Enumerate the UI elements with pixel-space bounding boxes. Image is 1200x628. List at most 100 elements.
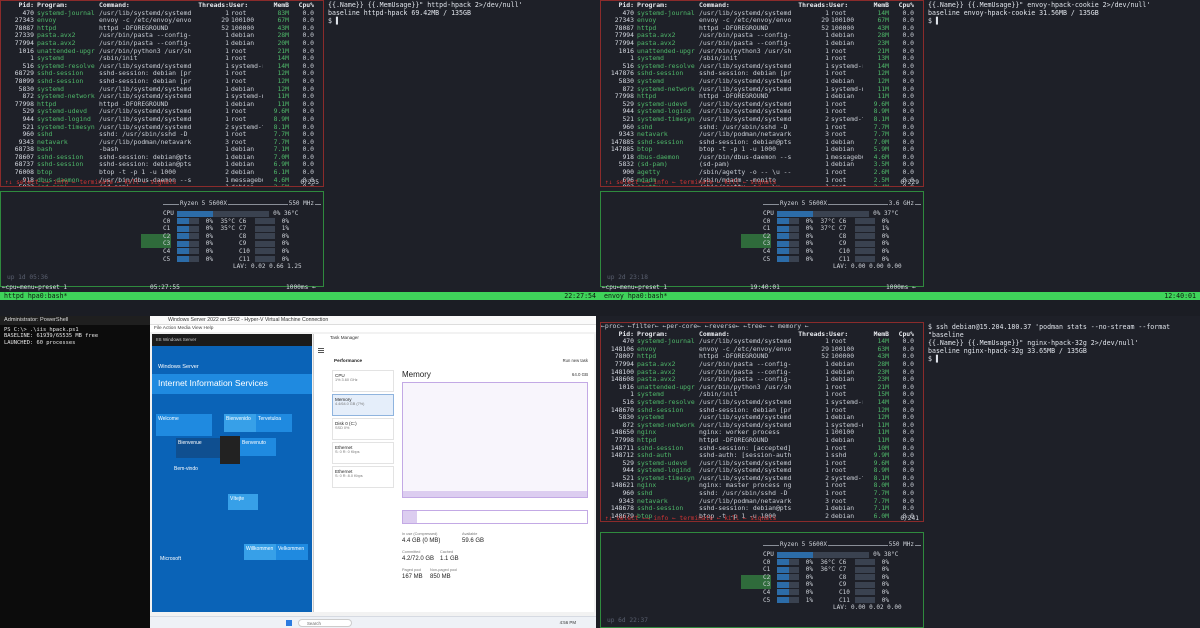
process-row[interactable]: 1 systemd/sbin/init 1 root 14M 0.0 — [1, 55, 323, 63]
process-row[interactable]: 529 systemd-udevd/usr/lib/systemd/systemd… — [601, 460, 923, 468]
shell-output[interactable]: {{.Name}} {{.MemUsage}}" httpd-hpack 2>/… — [326, 0, 594, 290]
col-pid[interactable]: Pid: — [1, 2, 37, 10]
shell-output[interactable]: {{.Name}} {{.MemUsage}}" envoy-hpack-coo… — [926, 0, 1194, 290]
process-row[interactable]: 521 systemd-timesyn/usr/lib/systemd/syste… — [1, 124, 323, 132]
shell-prompt[interactable]: $ ▌ — [928, 355, 1192, 363]
shell-output[interactable]: $ ssh debian@15.204.180.37 'podman stats… — [926, 322, 1194, 612]
process-row[interactable]: 960 sshd sshd: /usr/sbin/sshd -D 1 root 7.7M 0… — [601, 124, 923, 132]
taskbar-search[interactable]: Search — [298, 619, 352, 627]
bottom-menu[interactable]: ←cpu←menu←preset 1 — [602, 284, 667, 291]
process-row[interactable]: 1016 unattended-upgr/usr/bin/python3 /usr… — [1, 48, 323, 56]
process-row[interactable]: 78099 sshd-session sshd-session: debian [p… — [1, 78, 323, 86]
process-row[interactable]: 470 systemd-journal/usr/lib/systemd/syste… — [1, 10, 323, 18]
col-command[interactable]: Command: — [699, 331, 795, 339]
process-row[interactable]: 77994 pasta.avx2/usr/bin/pasta --config- 1… — [1, 40, 323, 48]
tm-resource-item[interactable]: Memory 4.4/64.0 GB (7%) — [332, 394, 394, 416]
process-row[interactable]: 68738 bash -bash 1 debian 7.1M 0.0 — [1, 146, 323, 154]
col-threads[interactable]: Threads: — [195, 2, 229, 10]
process-row[interactable]: 77998 httpd httpd -DFOREGROUND 1 debian 11M 0.… — [601, 437, 923, 445]
bottom-menu[interactable]: ←cpu←menu←preset 1 — [2, 284, 67, 291]
process-row[interactable]: 76008 btop btop -t -p 1 -u 1000 2 debian 6.1M… — [1, 169, 323, 177]
tmux-window[interactable]: httpd hpa0:bash* — [4, 292, 68, 300]
tab-row[interactable]: ←proc← ←filter← ←per-core← ←reverse← ←tr… — [601, 323, 921, 331]
tm-resource-item[interactable]: Disk 0 (C:) SSD 0% — [332, 418, 394, 440]
process-row[interactable]: 68729 sshd-session sshd-session: debian [p… — [1, 70, 323, 78]
col-mem[interactable]: MemB — [863, 331, 889, 339]
powershell-output[interactable]: PS C:\> .\iis_hpack.ps1 BASELINE: 61939/6… — [0, 325, 150, 348]
process-row[interactable]: 78087 httpd httpd -DFOREGROUND 52 100000 43M 0… — [601, 25, 923, 33]
col-command[interactable]: Command: — [99, 2, 195, 10]
btop-tabs[interactable]: ←proc← ←filter← ←per-core← ←reverse← ←tr… — [601, 323, 923, 331]
tm-nav[interactable] — [318, 344, 328, 484]
process-row[interactable]: 960 sshd sshd: /usr/sbin/sshd -D 1 root 7.7M 0… — [601, 490, 923, 498]
col-mem[interactable]: MemB — [863, 2, 889, 10]
process-row[interactable]: 148608 pasta.avx2/usr/bin/pasta --config-… — [601, 376, 923, 384]
process-row[interactable]: 27339 pasta.avx2/usr/bin/pasta --config- 1… — [1, 32, 323, 40]
process-row[interactable]: 148712 sshd-auth sshd-auth: [session-auth 1… — [601, 452, 923, 460]
col-program[interactable]: Program: — [637, 331, 699, 339]
task-manager[interactable]: Task Manager Performance CPU 1% 3.60 GHz M… — [313, 334, 594, 612]
process-row[interactable]: 78007 httpd httpd -DFOREGROUND 52 100000 43M 0… — [601, 353, 923, 361]
process-row[interactable]: 5830 systemd/usr/lib/systemd/systemd 1 debi… — [601, 414, 923, 422]
col-threads[interactable]: Threads: — [795, 2, 829, 10]
col-cpu[interactable]: Cpu% — [889, 2, 914, 10]
process-row[interactable]: 148678 sshd-session sshd-session: debian@p… — [601, 505, 923, 513]
process-row[interactable]: 5830 systemd/usr/lib/systemd/systemd 1 debi… — [601, 78, 923, 86]
process-row[interactable]: 9343 netavark/usr/lib/podman/netavark 3 roo… — [601, 131, 923, 139]
shell-prompt[interactable]: $ ▌ — [328, 17, 592, 25]
process-row[interactable]: 872 systemd-network/usr/lib/systemd/syste… — [601, 422, 923, 430]
process-row[interactable]: 9343 netavark/usr/lib/podman/netavark 3 roo… — [601, 498, 923, 506]
col-program[interactable]: Program: — [637, 2, 699, 10]
process-row[interactable]: 900 agetty/sbin/agetty -o -- \u -- 1 root 2.… — [601, 169, 923, 177]
tm-resource-item[interactable]: Ethernet S: 0 R: 8.0 Kbps — [332, 466, 394, 488]
process-row[interactable]: 68737 sshd-session sshd-session: debian@pt… — [1, 161, 323, 169]
process-row[interactable]: 5832(sd-pam)(sd-pam)1debian3.5M0.0 — [601, 161, 923, 169]
process-row[interactable]: 521 systemd-timesyn/usr/lib/systemd/syste… — [601, 116, 923, 124]
footer-hints[interactable]: ↑↓ select ←→ info ← terminate ← kill ← s… — [605, 515, 776, 521]
tmux-window[interactable]: envoy hpa0:bash* — [604, 292, 668, 300]
col-mem[interactable]: MemB — [263, 2, 289, 10]
process-row[interactable]: 27343 envoy envoy -c /etc/envoy/envo 29 1001… — [1, 17, 323, 25]
process-row[interactable]: 470 systemd-journal/usr/lib/systemd/syste… — [601, 338, 923, 346]
process-row[interactable]: 516 systemd-resolve/usr/lib/systemd/syste… — [601, 399, 923, 407]
process-row[interactable]: 77998 httpd httpd -DFOREGROUND 1 debian 11M 0.… — [1, 101, 323, 109]
col-user[interactable]: User: — [829, 331, 863, 339]
powershell-window[interactable]: Administrator: PowerShell PS C:\> .\iis_… — [0, 316, 150, 628]
col-pid[interactable]: Pid: — [601, 331, 637, 339]
process-row[interactable]: 521 systemd-timesyn/usr/lib/systemd/syste… — [601, 475, 923, 483]
windows-start-icon[interactable] — [286, 620, 292, 626]
process-row[interactable]: 77994 pasta.avx2/usr/bin/pasta --config- 1… — [601, 361, 923, 369]
process-row[interactable]: 77998 httpd httpd -DFOREGROUND 1 debian 11M 0.… — [601, 93, 923, 101]
col-program[interactable]: Program: — [37, 2, 99, 10]
col-pid[interactable]: Pid: — [601, 2, 637, 10]
process-row[interactable]: 148106 envoy envoy -c /etc/envoy/envo 29 100… — [601, 346, 923, 354]
browser-tabbar[interactable]: IIS Windows Server — [152, 334, 312, 346]
run-new-task-button[interactable]: Run new task — [563, 358, 588, 363]
menu-icon[interactable] — [318, 348, 324, 349]
process-row[interactable]: 516 systemd-resolve/usr/lib/systemd/syste… — [601, 63, 923, 71]
process-row[interactable]: 77994 pasta.avx2/usr/bin/pasta --config- 1… — [601, 32, 923, 40]
process-row[interactable]: 148100 pasta.avx2/usr/bin/pasta --config-… — [601, 369, 923, 377]
process-row[interactable]: 1016 unattended-upgr/usr/bin/python3 /usr… — [601, 48, 923, 56]
process-row[interactable]: 516 systemd-resolve/usr/lib/systemd/syste… — [1, 63, 323, 71]
process-row[interactable]: 944 systemd-logind/usr/lib/systemd/system… — [1, 116, 323, 124]
footer-hints[interactable]: ↑↓ select ←→ info ← terminate ← kill ← s… — [605, 179, 776, 186]
process-row[interactable]: 9343 netavark/usr/lib/podman/netavark 3 roo… — [1, 139, 323, 147]
footer-hints[interactable]: ↑↓ select ←→ info ← terminate ← kill ← s… — [5, 179, 176, 186]
shell-prompt[interactable]: $ ▌ — [928, 17, 1192, 25]
process-row[interactable]: 918 dbus-daemon/usr/bin/dbus-daemon --s 1 m… — [601, 154, 923, 162]
col-user[interactable]: User: — [829, 2, 863, 10]
tm-resource-item[interactable]: Ethernet S: 0 R: 0 Kbps — [332, 442, 394, 464]
process-row[interactable]: 470 systemd-journal/usr/lib/systemd/syste… — [601, 10, 923, 18]
process-row[interactable]: 147885 sshd-session sshd-session: debian@p… — [601, 139, 923, 147]
process-row[interactable]: 148621 nginx nginx: master process ng 1 root… — [601, 482, 923, 490]
vm-menu-bar[interactable]: File Action Media View Help — [150, 325, 596, 332]
col-threads[interactable]: Threads: — [795, 331, 829, 339]
process-row[interactable]: 78087 httpd httpd -DFOREGROUND 52 100000 43M 0… — [1, 25, 323, 33]
process-row[interactable]: 944 systemd-logind/usr/lib/systemd/system… — [601, 467, 923, 475]
process-row[interactable]: 872 systemd-network/usr/lib/systemd/syste… — [1, 93, 323, 101]
process-row[interactable]: 960 sshd sshd: /usr/sbin/sshd -D 1 root 7.7M 0… — [1, 131, 323, 139]
process-row[interactable]: 1016 unattended-upgr/usr/bin/python3 /usr… — [601, 384, 923, 392]
refresh-rate[interactable]: 1000ms ← — [886, 284, 916, 291]
col-command[interactable]: Command: — [699, 2, 795, 10]
